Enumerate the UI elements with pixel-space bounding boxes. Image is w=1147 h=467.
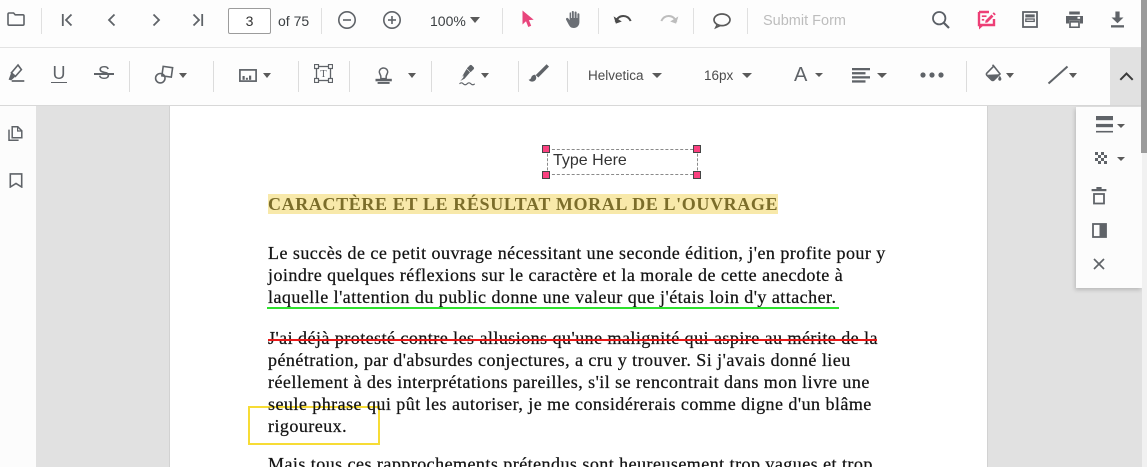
svg-text:T: T xyxy=(320,69,327,80)
